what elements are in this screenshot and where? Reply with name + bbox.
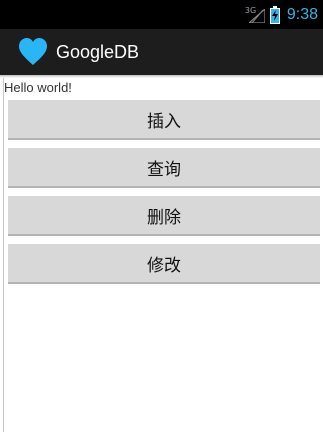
signal-icon: 3G	[245, 6, 265, 24]
delete-button[interactable]: 删除	[8, 196, 320, 236]
clock: 9:38	[286, 5, 318, 23]
hello-text: Hello world!	[4, 80, 72, 95]
battery-icon	[269, 5, 280, 24]
action-bar: GoogleDB	[0, 29, 323, 75]
update-button[interactable]: 修改	[8, 244, 320, 284]
heart-icon	[19, 38, 47, 65]
status-icons: 3G 9:38	[245, 0, 318, 29]
query-button[interactable]: 查询	[8, 148, 320, 188]
main-content: Hello world! 插入 查询 删除 修改	[3, 78, 323, 432]
status-bar: 3G 9:38	[0, 0, 323, 29]
app-title: GoogleDB	[56, 41, 140, 62]
insert-button[interactable]: 插入	[8, 100, 320, 140]
